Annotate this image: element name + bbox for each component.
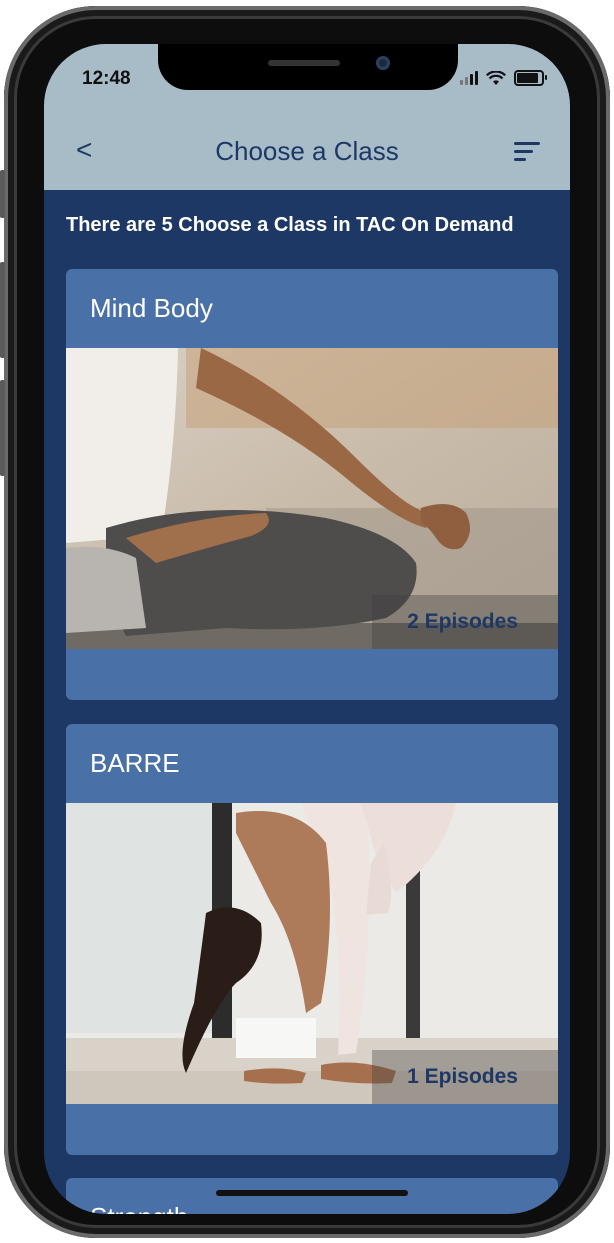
- nav-bar: < Choose a Class: [44, 114, 570, 193]
- class-card-title: BARRE: [90, 748, 180, 778]
- class-card-barre[interactable]: BARRE 1 Episodes: [66, 724, 558, 1155]
- episodes-badge: 1 Episodes: [372, 1050, 558, 1104]
- class-card-title: Strength: [90, 1202, 188, 1214]
- forward-fold-stretch-photo: 1 Episodes: [66, 803, 558, 1104]
- volume-down-button: [0, 380, 5, 476]
- status-icons: [460, 70, 547, 86]
- speaker: [268, 60, 340, 66]
- class-count-text: There are 5 Choose a Class in TAC On Dem…: [66, 214, 514, 236]
- sort-icon[interactable]: [514, 142, 540, 166]
- volume-up-button: [0, 262, 5, 358]
- signal-icon: [460, 71, 478, 85]
- class-card-strength[interactable]: Strength: [66, 1178, 558, 1214]
- app-screen: 12:48 < Choose a Class There are 5 Choos…: [44, 44, 570, 1214]
- front-camera: [376, 56, 390, 70]
- class-card-title: Mind Body: [90, 293, 213, 323]
- yoga-meditation-photo: 2 Episodes: [66, 348, 558, 649]
- battery-icon: [514, 70, 547, 86]
- episodes-badge: 2 Episodes: [372, 595, 558, 649]
- class-card-mind-body[interactable]: Mind Body 2 Episodes: [66, 269, 558, 700]
- mute-switch: [0, 170, 5, 218]
- home-indicator: [216, 1190, 408, 1196]
- notch: [158, 44, 458, 90]
- status-time: 12:48: [82, 68, 131, 89]
- wifi-icon: [486, 70, 506, 85]
- page-title: Choose a Class: [215, 136, 399, 166]
